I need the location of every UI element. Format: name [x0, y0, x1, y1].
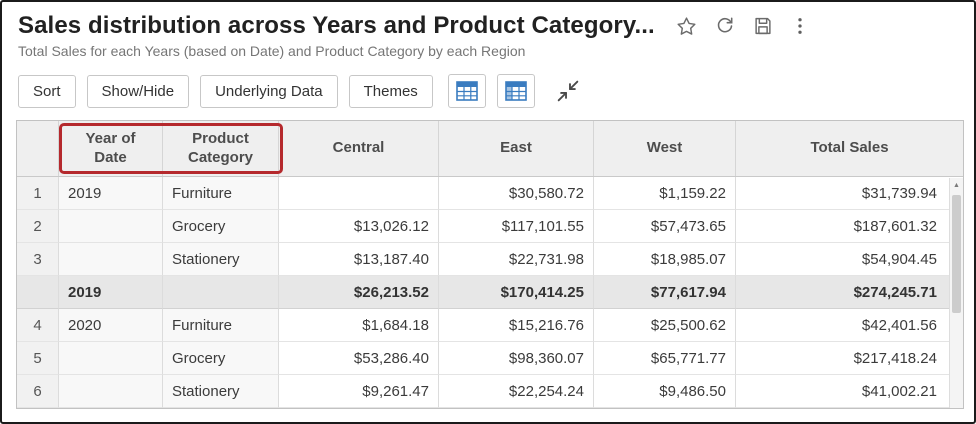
year-cell[interactable]: 2019 — [59, 276, 163, 309]
east-cell[interactable]: $98,360.07 — [439, 342, 594, 375]
product-category-header[interactable]: Product Category — [163, 121, 279, 176]
themes-button[interactable]: Themes — [349, 75, 433, 108]
central-column-header[interactable]: Central — [279, 121, 439, 176]
year-cell[interactable] — [59, 375, 163, 408]
total-cell[interactable]: $42,401.56 — [736, 309, 963, 342]
table-body: 12019Furniture$30,580.72$1,159.22$31,739… — [17, 177, 963, 408]
total-cell[interactable]: $54,904.45 — [736, 243, 963, 276]
east-cell[interactable]: $15,216.76 — [439, 309, 594, 342]
category-cell[interactable]: Grocery — [163, 210, 279, 243]
east-cell[interactable]: $22,254.24 — [439, 375, 594, 408]
num-cell: 1 — [17, 177, 59, 210]
num-cell: 4 — [17, 309, 59, 342]
pivot-table: Year of Date Product Category Central Ea… — [16, 120, 964, 409]
west-cell[interactable]: $25,500.62 — [594, 309, 736, 342]
page-title: Sales distribution across Years and Prod… — [18, 12, 655, 40]
west-cell[interactable]: $9,486.50 — [594, 375, 736, 408]
table-row: 2 Grocery$13,026.12$117,101.55$57,473.65$… — [17, 210, 963, 243]
year-cell[interactable] — [59, 243, 163, 276]
table-header-row: Year of Date Product Category Central Ea… — [17, 121, 963, 177]
num-cell: 2 — [17, 210, 59, 243]
category-cell[interactable]: Furniture — [163, 177, 279, 210]
table-row: 42020Furniture$1,684.18$15,216.76$25,500… — [17, 309, 963, 342]
num-cell: 6 — [17, 375, 59, 408]
collapse-columns-button[interactable] — [554, 77, 582, 105]
underlying-data-button[interactable]: Underlying Data — [200, 75, 338, 108]
year-cell[interactable]: 2019 — [59, 177, 163, 210]
category-cell[interactable]: Furniture — [163, 309, 279, 342]
row-number-header — [17, 121, 59, 176]
year-cell[interactable] — [59, 342, 163, 375]
vertical-scrollbar[interactable]: ▲ — [949, 178, 963, 408]
year-of-date-header[interactable]: Year of Date — [59, 121, 163, 176]
east-column-header[interactable]: East — [439, 121, 594, 176]
refresh-icon — [714, 15, 736, 37]
west-cell[interactable]: $57,473.65 — [594, 210, 736, 243]
east-cell[interactable]: $30,580.72 — [439, 177, 594, 210]
scroll-up-button[interactable]: ▲ — [950, 178, 963, 193]
category-cell[interactable]: Grocery — [163, 342, 279, 375]
report-subtitle: Total Sales for each Years (based on Dat… — [18, 43, 960, 59]
category-cell[interactable]: Stationery — [163, 375, 279, 408]
favorite-button[interactable] — [675, 15, 698, 38]
kebab-icon — [790, 15, 810, 37]
subtotal-row: 2019 $26,213.52$170,414.25$77,617.94$274,… — [17, 276, 963, 309]
toolbar: Sort Show/Hide Underlying Data Themes — [18, 74, 960, 108]
category-cell[interactable]: Stationery — [163, 243, 279, 276]
num-cell: 5 — [17, 342, 59, 375]
year-cell[interactable] — [59, 210, 163, 243]
save-icon — [752, 15, 774, 37]
east-cell[interactable]: $22,731.98 — [439, 243, 594, 276]
total-cell[interactable]: $41,002.21 — [736, 375, 963, 408]
total-cell[interactable]: $31,739.94 — [736, 177, 963, 210]
header-actions — [675, 15, 810, 38]
pivot-view-button[interactable] — [448, 74, 486, 108]
east-cell[interactable]: $117,101.55 — [439, 210, 594, 243]
central-cell[interactable]: $13,026.12 — [279, 210, 439, 243]
num-cell — [17, 276, 59, 309]
west-cell[interactable]: $18,985.07 — [594, 243, 736, 276]
tabular-grid-icon — [505, 81, 527, 101]
save-button[interactable] — [752, 15, 774, 37]
sort-button[interactable]: Sort — [18, 75, 76, 108]
central-cell[interactable]: $53,286.40 — [279, 342, 439, 375]
table-row: 3 Stationery$13,187.40$22,731.98$18,985.0… — [17, 243, 963, 276]
collapse-icon — [554, 77, 582, 105]
total-sales-column-header[interactable]: Total Sales — [736, 121, 963, 176]
report-window: Sales distribution across Years and Prod… — [0, 0, 976, 424]
east-cell[interactable]: $170,414.25 — [439, 276, 594, 309]
more-options-button[interactable] — [790, 15, 810, 37]
total-cell[interactable]: $187,601.32 — [736, 210, 963, 243]
star-icon — [675, 15, 698, 38]
west-column-header[interactable]: West — [594, 121, 736, 176]
total-cell[interactable]: $274,245.71 — [736, 276, 963, 309]
west-cell[interactable]: $77,617.94 — [594, 276, 736, 309]
refresh-button[interactable] — [714, 15, 736, 37]
west-cell[interactable]: $1,159.22 — [594, 177, 736, 210]
pivot-grid-icon — [456, 81, 478, 101]
central-cell[interactable]: $26,213.52 — [279, 276, 439, 309]
table-row: 6 Stationery$9,261.47$22,254.24$9,486.50$… — [17, 375, 963, 408]
central-cell[interactable] — [279, 177, 439, 210]
table-row: 12019Furniture $30,580.72$1,159.22$31,739… — [17, 177, 963, 210]
num-cell: 3 — [17, 243, 59, 276]
table-row: 5 Grocery$53,286.40$98,360.07$65,771.77$2… — [17, 342, 963, 375]
total-cell[interactable]: $217,418.24 — [736, 342, 963, 375]
central-cell[interactable]: $1,684.18 — [279, 309, 439, 342]
year-cell[interactable]: 2020 — [59, 309, 163, 342]
category-cell[interactable] — [163, 276, 279, 309]
west-cell[interactable]: $65,771.77 — [594, 342, 736, 375]
title-row: Sales distribution across Years and Prod… — [18, 12, 960, 40]
central-cell[interactable]: $13,187.40 — [279, 243, 439, 276]
tabular-view-button[interactable] — [497, 74, 535, 108]
show-hide-button[interactable]: Show/Hide — [87, 75, 190, 108]
scrollbar-thumb[interactable] — [952, 195, 961, 313]
central-cell[interactable]: $9,261.47 — [279, 375, 439, 408]
